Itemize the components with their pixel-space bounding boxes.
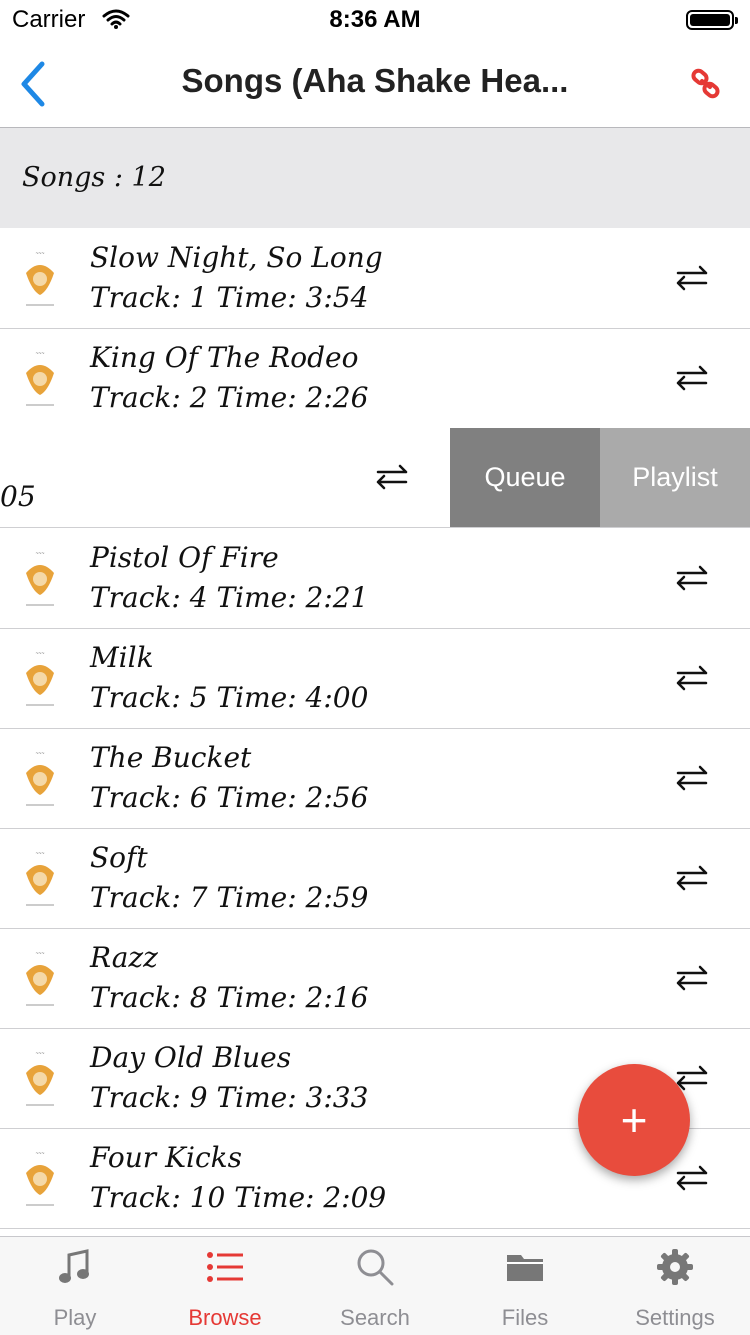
folder-icon bbox=[507, 1255, 543, 1281]
navigation-bar: Songs (Aha Shake Hea... bbox=[0, 40, 750, 128]
music-note-icon bbox=[59, 1249, 89, 1283]
back-button[interactable] bbox=[14, 60, 54, 108]
swap-icon[interactable] bbox=[672, 663, 712, 693]
svg-text:~~~: ~~~ bbox=[36, 751, 45, 757]
svg-text:~~~: ~~~ bbox=[36, 1151, 45, 1157]
clock: 8:36 AM bbox=[329, 6, 421, 33]
link-icon[interactable] bbox=[690, 68, 722, 100]
tab-browse[interactable]: Browse bbox=[150, 1237, 300, 1335]
add-button[interactable]: + bbox=[578, 1064, 690, 1176]
tab-search[interactable]: Search bbox=[300, 1237, 450, 1335]
song-meta: Track: 4 Time: 2:21 bbox=[90, 581, 369, 614]
song-title: Day Old Blues bbox=[90, 1041, 292, 1074]
battery-icon bbox=[686, 10, 738, 30]
songs-count: Songs : 12 bbox=[22, 162, 166, 193]
tab-play[interactable]: Play bbox=[0, 1237, 150, 1335]
song-title: Razz bbox=[90, 941, 158, 974]
svg-text:~~~: ~~~ bbox=[36, 551, 45, 557]
swap-icon[interactable] bbox=[672, 263, 712, 293]
swap-icon[interactable] bbox=[672, 763, 712, 793]
playlist-button[interactable]: Playlist bbox=[600, 428, 750, 527]
song-meta: Track: 6 Time: 2:56 bbox=[90, 781, 369, 814]
song-row[interactable]: ~~~ Soft Track: 7 Time: 2:59 bbox=[0, 829, 750, 929]
song-title: Slow Night, So Long bbox=[90, 241, 383, 274]
tab-settings[interactable]: Settings bbox=[600, 1237, 750, 1335]
album-art-icon: ~~~ bbox=[18, 647, 62, 711]
gear-icon bbox=[657, 1249, 693, 1285]
list-icon bbox=[207, 1252, 243, 1282]
svg-text:~~~: ~~~ bbox=[36, 251, 45, 257]
song-title: Four Kicks bbox=[90, 1141, 242, 1174]
tab-label: Play bbox=[53, 1305, 97, 1330]
song-row[interactable]: ~~~ Pistol Of Fire Track: 4 Time: 2:21 bbox=[0, 529, 750, 629]
song-meta: Track: 7 Time: 2:59 bbox=[90, 881, 369, 914]
song-meta: Track: 10 Time: 2:09 bbox=[90, 1181, 387, 1214]
song-row[interactable]: ~~~ King Of The Rodeo Track: 2 Time: 2:2… bbox=[0, 329, 750, 429]
svg-text:~~~: ~~~ bbox=[36, 951, 45, 957]
status-bar: Carrier 8:36 AM bbox=[0, 0, 750, 40]
song-title: Soft bbox=[90, 841, 148, 874]
swap-icon[interactable] bbox=[672, 963, 712, 993]
song-meta: Track: 8 Time: 2:16 bbox=[90, 981, 369, 1014]
tab-bar: Play Browse Search Files Settings bbox=[0, 1236, 750, 1335]
search-icon bbox=[357, 1249, 394, 1286]
queue-button[interactable]: Queue bbox=[450, 428, 600, 527]
swap-icon[interactable] bbox=[672, 863, 712, 893]
song-row[interactable]: ~~~ Milk Track: 5 Time: 4:00 bbox=[0, 629, 750, 729]
tab-label: Browse bbox=[188, 1305, 262, 1330]
song-row[interactable]: ~~~ Razz Track: 8 Time: 2:16 bbox=[0, 929, 750, 1029]
album-art-icon: ~~~ bbox=[18, 547, 62, 611]
song-row[interactable]: ~~~ Slow Night, So Long Track: 1 Time: 3… bbox=[0, 229, 750, 329]
album-art-icon: ~~~ bbox=[18, 1147, 62, 1211]
swap-icon[interactable] bbox=[672, 1163, 712, 1193]
album-art-icon: ~~~ bbox=[18, 1047, 62, 1111]
song-title: Pistol Of Fire bbox=[90, 541, 279, 574]
song-meta: 05 bbox=[0, 480, 36, 513]
swap-icon[interactable] bbox=[672, 363, 712, 393]
album-art-icon: ~~~ bbox=[18, 247, 62, 311]
tab-files[interactable]: Files bbox=[450, 1237, 600, 1335]
album-art-icon: ~~~ bbox=[18, 747, 62, 811]
tab-label: Files bbox=[501, 1305, 549, 1330]
swap-icon[interactable] bbox=[672, 563, 712, 593]
svg-text:~~~: ~~~ bbox=[36, 851, 45, 857]
section-header: Songs : 12 bbox=[0, 128, 750, 228]
song-meta: Track: 5 Time: 4:00 bbox=[90, 681, 369, 714]
swap-icon[interactable] bbox=[372, 462, 412, 492]
page-title: Songs (Aha Shake Hea... bbox=[181, 62, 569, 99]
song-title: The Bucket bbox=[90, 741, 252, 774]
svg-text:~~~: ~~~ bbox=[36, 651, 45, 657]
song-title: Milk bbox=[90, 641, 154, 674]
song-meta: Track: 9 Time: 3:33 bbox=[90, 1081, 369, 1114]
tab-label: Search bbox=[340, 1305, 410, 1330]
song-row[interactable]: ~~~ The Bucket Track: 6 Time: 2:56 bbox=[0, 729, 750, 829]
svg-text:~~~: ~~~ bbox=[36, 351, 45, 357]
song-title: King Of The Rodeo bbox=[90, 341, 359, 374]
song-meta: Track: 2 Time: 2:26 bbox=[90, 381, 369, 414]
svg-text:~~~: ~~~ bbox=[36, 1051, 45, 1057]
swiped-song-row[interactable]: 05 Queue Playlist bbox=[0, 428, 750, 528]
album-art-icon: ~~~ bbox=[18, 347, 62, 411]
album-art-icon: ~~~ bbox=[18, 947, 62, 1011]
song-meta: Track: 1 Time: 3:54 bbox=[90, 281, 369, 314]
album-art-icon: ~~~ bbox=[18, 847, 62, 911]
tab-label: Settings bbox=[635, 1305, 715, 1330]
